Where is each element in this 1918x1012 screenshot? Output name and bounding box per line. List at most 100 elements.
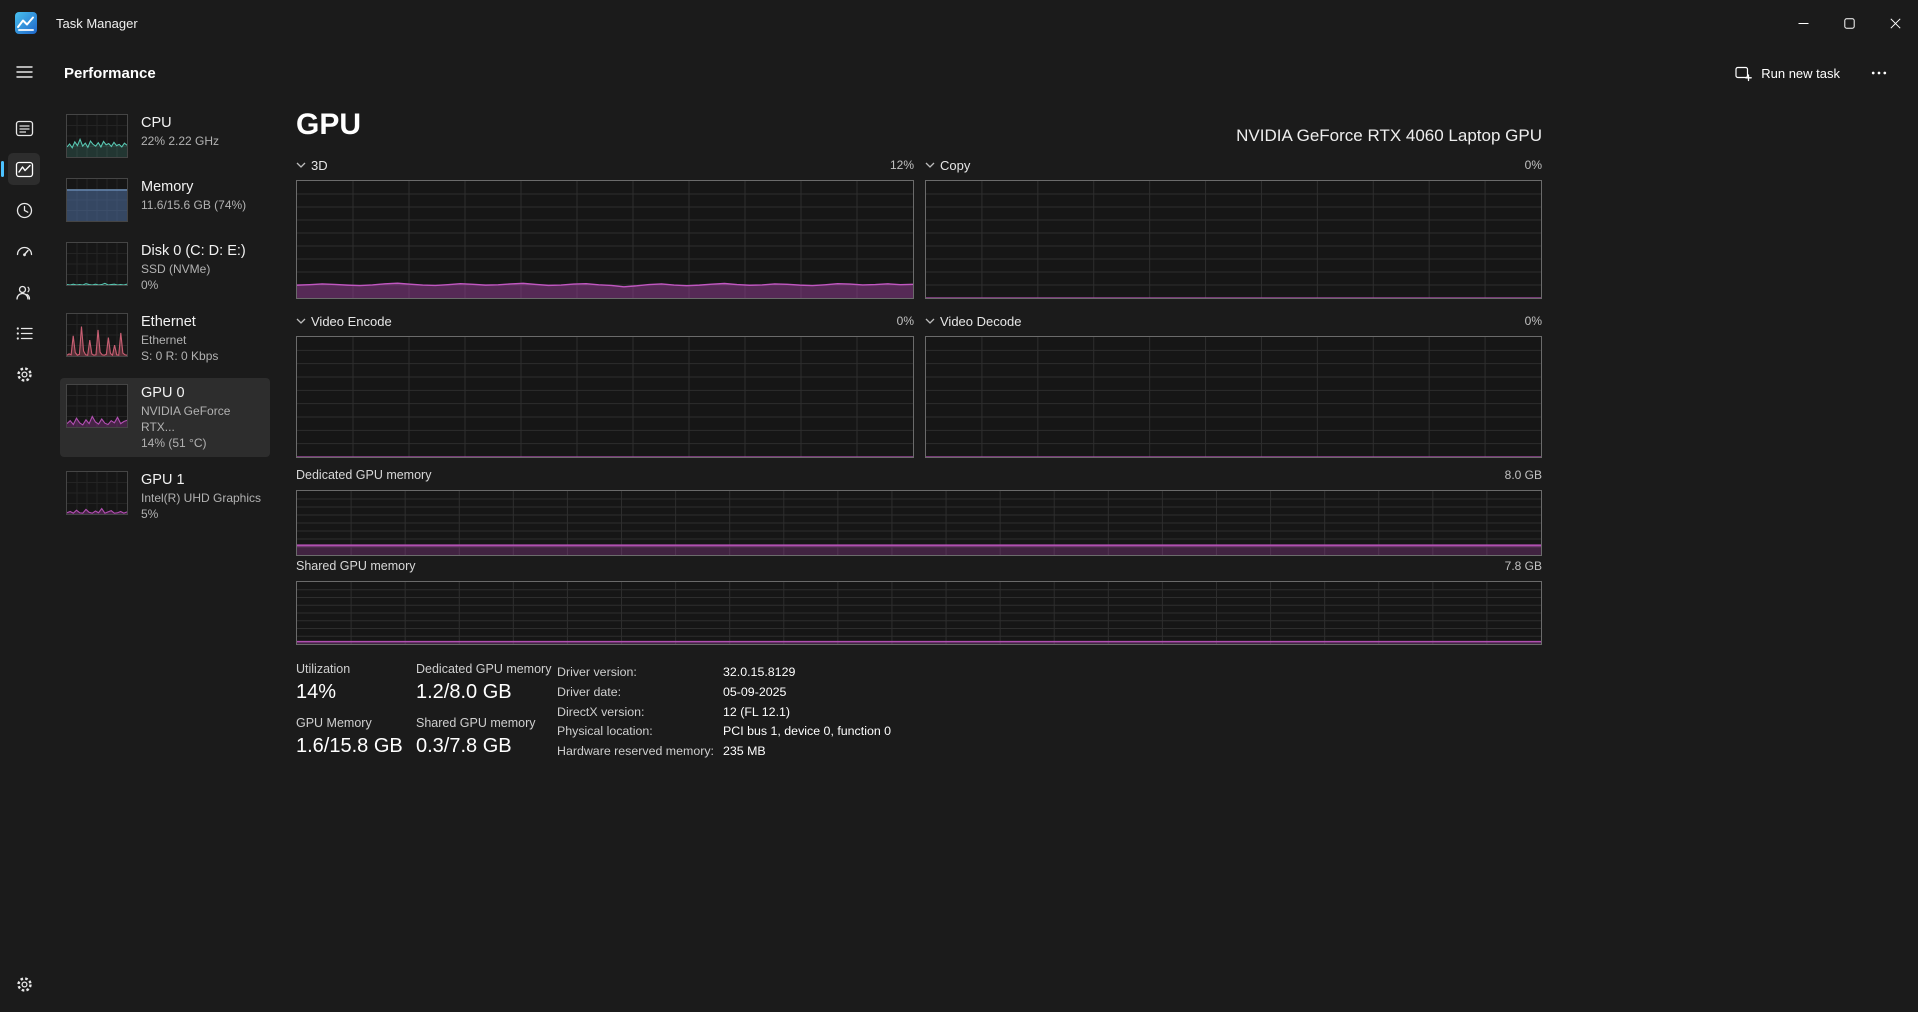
nav-processes[interactable] — [8, 112, 40, 144]
ethernet-mini-chart — [66, 313, 128, 357]
task-manager-app-icon — [14, 11, 38, 35]
chevron-down-icon[interactable] — [925, 162, 935, 168]
services-icon — [16, 366, 32, 382]
chevron-down-icon[interactable] — [296, 162, 306, 168]
stat-value: 1.2/8.0 GB — [416, 681, 512, 703]
sidebar-item-title: Disk 0 (C: D: E:) — [141, 243, 246, 259]
run-new-task-icon — [1735, 66, 1753, 81]
detail-label: Physical location: — [557, 724, 653, 739]
stat-label: Dedicated GPU memory — [416, 662, 552, 676]
gpu-video-encode-chart — [296, 336, 914, 458]
hamburger-icon — [15, 66, 33, 78]
nav-app-history[interactable] — [8, 194, 40, 226]
stat-shared-memory: Shared GPU memory 0.3/7.8 GB — [416, 716, 535, 758]
sidebar-item-ethernet[interactable]: Ethernet Ethernet S: 0 R: 0 Kbps — [60, 307, 270, 370]
detail-label: DirectX version: — [557, 704, 645, 719]
gpu-heading: GPU — [296, 108, 362, 141]
maximize-button[interactable] — [1826, 0, 1872, 46]
detail-driver-version: Driver version: 32.0.15.8129 — [557, 663, 891, 683]
sidebar-item-title: Memory — [141, 179, 194, 195]
chart-section-copy: Copy 0% — [925, 155, 1542, 299]
chart-section-shared-memory: Shared GPU memory 7.8 GB — [296, 556, 1542, 645]
sidebar-item-sub: Ethernet — [141, 333, 187, 347]
stat-value: 0.3/7.8 GB — [416, 735, 512, 757]
detail-directx-version: DirectX version: 12 (FL 12.1) — [557, 703, 891, 723]
sidebar-item-title: Ethernet — [141, 314, 196, 330]
window-controls — [1780, 0, 1918, 46]
gpu-copy-chart — [925, 180, 1542, 299]
sidebar-item-gpu1[interactable]: GPU 1 Intel(R) UHD Graphics 5% — [60, 465, 270, 528]
sidebar-item-gpu0[interactable]: GPU 0 NVIDIA GeForce RTX... 14% (51 °C) — [60, 378, 270, 457]
sidebar-item-sub: NVIDIA GeForce RTX... — [141, 404, 231, 434]
nav-rail — [0, 46, 48, 1012]
minimize-icon — [1798, 22, 1808, 24]
sidebar-item-title: GPU 1 — [141, 472, 185, 488]
gpu1-mini-chart — [66, 471, 128, 515]
details-icon — [16, 326, 33, 340]
chart-section-video-encode: Video Encode 0% — [296, 311, 914, 458]
chevron-down-icon[interactable] — [925, 318, 935, 324]
chart-section-video-decode: Video Decode 0% — [925, 311, 1542, 458]
chart-max-value: 7.8 GB — [1504, 559, 1542, 573]
detail-value: 05-09-2025 — [723, 684, 787, 699]
dedicated-gpu-memory-chart — [296, 490, 1542, 556]
detail-value: PCI bus 1, device 0, function 0 — [723, 724, 892, 739]
selected-accent-pill — [1, 161, 4, 177]
memory-mini-chart — [66, 178, 128, 222]
sidebar-item-disk0[interactable]: Disk 0 (C: D: E:) SSD (NVMe) 0% — [60, 236, 270, 299]
minimize-button[interactable] — [1780, 0, 1826, 46]
cpu-mini-chart — [66, 114, 128, 158]
sidebar-item-sub: 0% — [141, 278, 159, 292]
run-new-task-label: Run new task — [1761, 65, 1840, 81]
shared-gpu-memory-chart — [296, 581, 1542, 645]
detail-label: Driver date: — [557, 684, 622, 699]
nav-users[interactable] — [8, 276, 40, 308]
sidebar-item-sub: Intel(R) UHD Graphics — [141, 491, 262, 505]
chart-label: Video Decode — [940, 313, 1022, 329]
chart-current-value: 12% — [889, 158, 914, 172]
sidebar-item-cpu[interactable]: CPU 22% 2.22 GHz — [60, 108, 270, 164]
run-new-task-button[interactable]: Run new task — [1723, 58, 1852, 89]
nav-rail-items — [1, 112, 40, 390]
chart-label: Video Encode — [311, 313, 392, 329]
sidebar-item-sub: 14% (51 °C) — [141, 436, 207, 450]
header-actions: Run new task — [1723, 58, 1896, 89]
stat-gpu-memory: GPU Memory 1.6/15.8 GB — [296, 716, 403, 758]
detail-label: Hardware reserved memory: — [557, 744, 714, 759]
nav-details[interactable] — [8, 317, 40, 349]
disk-mini-chart — [66, 242, 128, 286]
gpu-3d-chart — [296, 180, 914, 299]
stat-value: 14% — [296, 681, 337, 703]
nav-startup-apps[interactable] — [8, 235, 40, 267]
detail-value: 32.0.15.8129 — [723, 665, 796, 679]
settings-button[interactable] — [8, 968, 40, 1000]
close-button[interactable] — [1872, 0, 1918, 46]
chart-label: Shared GPU memory — [296, 559, 416, 573]
sidebar-item-memory[interactable]: Memory 11.6/15.6 GB (74%) — [60, 172, 270, 228]
nav-performance[interactable] — [1, 153, 40, 185]
close-icon — [1889, 17, 1901, 29]
chart-label: Copy — [940, 157, 971, 173]
nav-services[interactable] — [8, 358, 40, 390]
more-button[interactable] — [1862, 58, 1896, 88]
menu-button[interactable] — [8, 56, 40, 88]
gpu-video-decode-chart — [925, 336, 1542, 458]
chevron-down-icon[interactable] — [296, 318, 306, 324]
chart-current-value: 0% — [1524, 314, 1542, 328]
titlebar: Task Manager — [0, 0, 1918, 46]
stat-label: Shared GPU memory — [416, 716, 536, 730]
more-ellipsis-icon — [1871, 71, 1887, 75]
driver-details: Driver version: 32.0.15.8129 Driver date:… — [557, 663, 891, 762]
sidebar-item-sub: S: 0 R: 0 Kbps — [141, 349, 219, 363]
sidebar-item-sub: 11.6/15.6 GB (74%) — [141, 198, 247, 212]
chart-label: 3D — [311, 157, 328, 173]
stat-label: Utilization — [296, 662, 351, 676]
detail-driver-date: Driver date: 05-09-2025 — [557, 683, 891, 703]
gpu-detail-panel: GPU NVIDIA GeForce RTX 4060 Laptop GPU 3… — [296, 46, 1542, 1012]
users-icon — [15, 285, 30, 300]
sidebar-item-title: CPU — [141, 115, 172, 131]
detail-value: 12 (FL 12.1) — [723, 704, 791, 719]
performance-icon — [15, 161, 33, 177]
chart-label: Dedicated GPU memory — [296, 468, 432, 482]
detail-physical-location: Physical location: PCI bus 1, device 0, f… — [557, 722, 891, 742]
